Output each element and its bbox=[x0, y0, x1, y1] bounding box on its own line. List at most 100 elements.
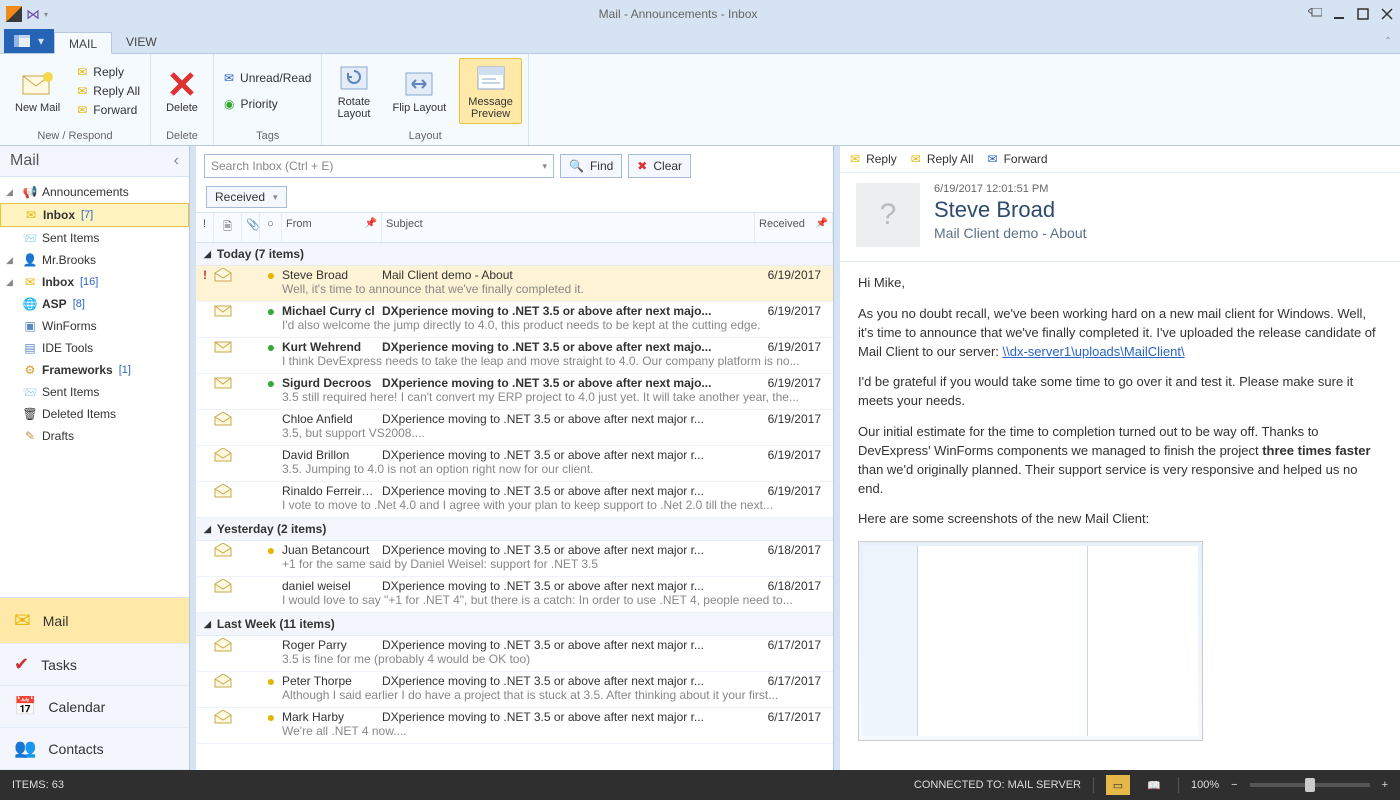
message-row[interactable]: Rinaldo Ferreira J...DXperience moving t… bbox=[196, 482, 833, 518]
server-link[interactable]: \\dx-server1\uploads\MailClient\ bbox=[1003, 344, 1185, 359]
message-row[interactable]: ●Kurt WehrendDXperience moving to .NET 3… bbox=[196, 338, 833, 374]
tree-node-drafts[interactable]: ✎Drafts bbox=[0, 425, 189, 447]
message-row[interactable]: David BrillonDXperience moving to .NET 3… bbox=[196, 446, 833, 482]
navgroup-contacts[interactable]: 👥Contacts bbox=[0, 728, 189, 770]
minimize-button[interactable] bbox=[1332, 7, 1346, 21]
reply-button[interactable]: ✉Reply bbox=[73, 63, 144, 81]
group-header[interactable]: ◢ Last Week (11 items) bbox=[196, 613, 833, 636]
new-mail-button[interactable]: New Mail bbox=[6, 64, 69, 118]
message-row[interactable]: Chloe AnfieldDXperience moving to .NET 3… bbox=[196, 410, 833, 446]
zoom-slider[interactable] bbox=[1250, 783, 1370, 787]
message-preview-button[interactable]: Message Preview bbox=[459, 58, 522, 124]
group-by-selector[interactable]: Received▾ bbox=[206, 186, 287, 208]
navgroup-calendar[interactable]: 📅Calendar bbox=[0, 686, 189, 728]
group-header[interactable]: ◢ Today (7 items) bbox=[196, 243, 833, 266]
message-row[interactable]: ●Sigurd DecroosDXperience moving to .NET… bbox=[196, 374, 833, 410]
message-list[interactable]: ◢ Today (7 items)!●Steve BroadMail Clien… bbox=[196, 243, 833, 770]
reader-reply-button[interactable]: ✉Reply bbox=[850, 152, 897, 166]
message-row[interactable]: ●Juan BetancourtDXperience moving to .NE… bbox=[196, 541, 833, 577]
collapse-ribbon-icon[interactable]: ˆ bbox=[1376, 31, 1400, 53]
envelope-icon bbox=[214, 448, 242, 462]
clear-button[interactable]: ✖Clear bbox=[628, 154, 691, 178]
tree-node-announcements[interactable]: ◢📢Announcements bbox=[0, 181, 189, 203]
message-row[interactable]: daniel weiselDXperience moving to .NET 3… bbox=[196, 577, 833, 613]
window-title: Mail - Announcements - Inbox bbox=[48, 7, 1308, 21]
message-row[interactable]: !●Steve BroadMail Client demo - About6/1… bbox=[196, 266, 833, 302]
message-sender: Steve Broad bbox=[934, 197, 1087, 223]
title-bar: ⋈ ▾ Mail - Announcements - Inbox bbox=[0, 0, 1400, 28]
envelope-icon bbox=[214, 412, 242, 426]
unread-read-button[interactable]: ✉Unread/Read bbox=[220, 69, 315, 87]
search-input[interactable]: Search Inbox (Ctrl + E)▾ bbox=[204, 154, 554, 178]
find-button[interactable]: 🔍Find bbox=[560, 154, 622, 178]
col-from[interactable]: From📌 bbox=[282, 213, 382, 242]
message-row[interactable]: ●Michael Curry clDXperience moving to .N… bbox=[196, 302, 833, 338]
view-normal-button[interactable]: ▭ bbox=[1106, 775, 1130, 795]
col-icon[interactable]: 🗎 bbox=[214, 213, 242, 242]
message-date: 6/19/2017 12:01:51 PM bbox=[934, 183, 1087, 195]
message-row[interactable]: Roger ParryDXperience moving to .NET 3.5… bbox=[196, 636, 833, 672]
tree-node-frameworks[interactable]: ⚙Frameworks[1] bbox=[0, 359, 189, 381]
rotate-layout-button[interactable]: Rotate Layout bbox=[328, 58, 379, 124]
forward-button[interactable]: ✉Forward bbox=[73, 101, 144, 119]
col-priority[interactable]: ○ bbox=[260, 213, 282, 242]
tree-node-deleted-items[interactable]: 🗑Deleted Items bbox=[0, 403, 189, 425]
reader-reply-all-button[interactable]: ✉Reply All bbox=[911, 152, 974, 166]
maximize-button[interactable] bbox=[1356, 7, 1370, 21]
navgroup-mail[interactable]: ✉Mail bbox=[0, 598, 189, 644]
pin-icon: 📌 bbox=[816, 218, 828, 229]
col-received[interactable]: Received📌 bbox=[755, 213, 833, 242]
navigation-pane: Mail ‹ ◢📢Announcements ✉Inbox[7] 📨Sent I… bbox=[0, 146, 190, 770]
tree-node-inbox-2[interactable]: ◢✉Inbox[16] bbox=[0, 271, 189, 293]
tree-node-asp[interactable]: 🌐ASP[8] bbox=[0, 293, 189, 315]
envelope-icon bbox=[214, 341, 242, 353]
folder-tree: ◢📢Announcements ✉Inbox[7] 📨Sent Items ◢👤… bbox=[0, 177, 189, 597]
envelope-icon bbox=[214, 377, 242, 389]
reply-all-button[interactable]: ✉Reply All bbox=[73, 82, 144, 100]
priority-button[interactable]: ◉Priority bbox=[220, 95, 315, 113]
envelope-icon bbox=[214, 674, 242, 688]
col-subject[interactable]: Subject bbox=[382, 213, 755, 242]
envelope-icon bbox=[214, 710, 242, 724]
message-subject: Mail Client demo - About bbox=[934, 225, 1087, 241]
close-button[interactable] bbox=[1380, 7, 1394, 21]
navgroup-tasks[interactable]: ✔Tasks bbox=[0, 644, 189, 686]
col-importance[interactable]: ! bbox=[196, 213, 214, 242]
chevron-down-icon[interactable]: ▾ bbox=[542, 161, 547, 172]
chevron-left-icon[interactable]: ‹ bbox=[174, 152, 179, 170]
app-icon bbox=[6, 6, 22, 22]
message-row[interactable]: ●Peter ThorpeDXperience moving to .NET 3… bbox=[196, 672, 833, 708]
col-attachment[interactable]: 📎 bbox=[242, 213, 260, 242]
tree-node-winforms[interactable]: ▣WinForms bbox=[0, 315, 189, 337]
ribbon-display-options-icon[interactable] bbox=[1308, 7, 1322, 21]
file-menu-button[interactable]: ▾ bbox=[4, 29, 54, 53]
tree-node-inbox[interactable]: ✉Inbox[7] bbox=[0, 203, 189, 227]
flip-layout-button[interactable]: Flip Layout bbox=[383, 64, 455, 118]
column-headers: ! 🗎 📎 ○ From📌 Subject Received📌 bbox=[196, 212, 833, 243]
reader-forward-button[interactable]: ✉Forward bbox=[988, 152, 1048, 166]
envelope-icon bbox=[214, 484, 242, 498]
tab-view[interactable]: VIEW bbox=[112, 31, 171, 53]
tree-node-sent-items[interactable]: 📨Sent Items bbox=[0, 227, 189, 249]
embedded-screenshot bbox=[858, 541, 1203, 741]
tab-mail[interactable]: MAIL bbox=[54, 32, 112, 54]
ribbon-tab-strip: ▾ MAIL VIEW ˆ bbox=[0, 28, 1400, 54]
zoom-in-button[interactable]: + bbox=[1382, 779, 1388, 791]
group-header[interactable]: ◢ Yesterday (2 items) bbox=[196, 518, 833, 541]
ribbon: New Mail ✉Reply ✉Reply All ✉Forward New … bbox=[0, 54, 1400, 146]
envelope-icon bbox=[214, 268, 242, 282]
message-body[interactable]: Hi Mike, As you no doubt recall, we've b… bbox=[840, 262, 1400, 770]
envelope-icon bbox=[214, 638, 242, 652]
envelope-icon bbox=[214, 543, 242, 557]
view-reading-button[interactable]: 📖 bbox=[1142, 775, 1166, 795]
message-row[interactable]: ●Mark HarbyDXperience moving to .NET 3.5… bbox=[196, 708, 833, 744]
tree-node-idetools[interactable]: ▤IDE Tools bbox=[0, 337, 189, 359]
chevron-down-icon: ▾ bbox=[38, 34, 44, 48]
group-delete-label: Delete bbox=[151, 128, 213, 145]
tree-node-mrbrooks[interactable]: ◢👤Mr.Brooks bbox=[0, 249, 189, 271]
tree-node-sent-items-2[interactable]: 📨Sent Items bbox=[0, 381, 189, 403]
status-bar: ITEMS: 63 CONNECTED TO: MAIL SERVER ▭ 📖 … bbox=[0, 770, 1400, 800]
zoom-out-button[interactable]: − bbox=[1231, 779, 1237, 791]
delete-button[interactable]: Delete bbox=[157, 64, 207, 118]
group-tags-label: Tags bbox=[214, 128, 321, 145]
